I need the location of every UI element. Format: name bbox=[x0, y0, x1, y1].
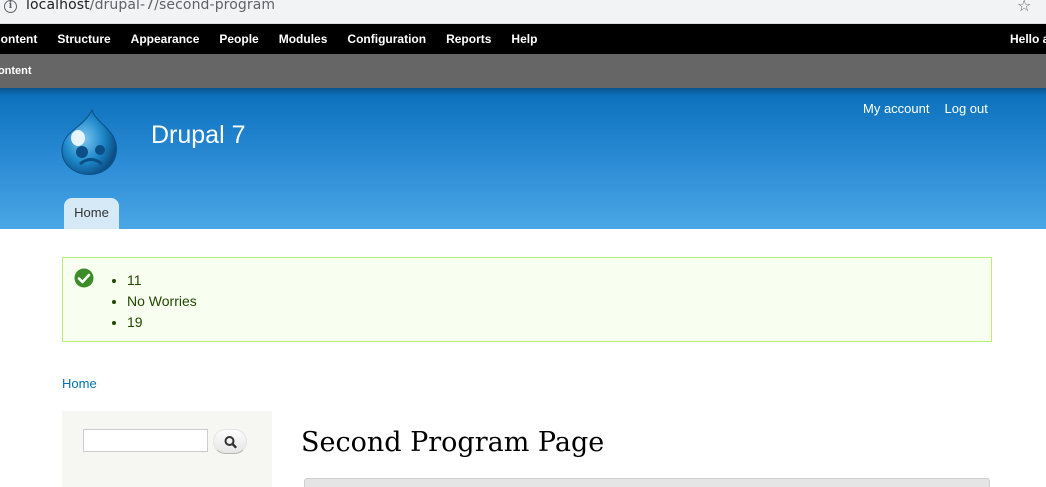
admin-menu-people[interactable]: People bbox=[209, 24, 268, 54]
check-icon bbox=[74, 268, 94, 288]
shortcut-item[interactable]: Content bbox=[0, 54, 32, 88]
admin-menu-configuration[interactable]: Configuration bbox=[337, 24, 436, 54]
message-item: 19 bbox=[127, 312, 197, 333]
search-input[interactable] bbox=[83, 429, 208, 452]
site-name[interactable]: Drupal 7 bbox=[151, 121, 246, 150]
search-icon bbox=[224, 436, 237, 449]
shortcuts-bar: Content bbox=[0, 54, 1046, 88]
page-title: Second Program Page bbox=[301, 427, 605, 458]
url-host: localhost bbox=[26, 0, 90, 13]
breadcrumb-home-link[interactable]: Home bbox=[62, 376, 97, 391]
user-greeting[interactable]: Hello a bbox=[1010, 24, 1046, 54]
sidebar-search-block bbox=[62, 411, 272, 487]
admin-menu: Content Structure Appearance People Modu… bbox=[0, 24, 547, 54]
admin-toolbar: Content Structure Appearance People Modu… bbox=[0, 24, 1046, 54]
url-path: /drupal-7/second-program bbox=[89, 0, 276, 13]
admin-menu-help[interactable]: Help bbox=[501, 24, 547, 54]
message-list: 11 No Worries 19 bbox=[127, 270, 197, 333]
drupal-logo[interactable] bbox=[59, 108, 121, 176]
log-out-link[interactable]: Log out bbox=[944, 101, 987, 116]
admin-menu-modules[interactable]: Modules bbox=[269, 24, 338, 54]
browser-address-bar[interactable]: i localhost/drupal-7/second-program ☆ bbox=[0, 0, 1046, 24]
admin-menu-appearance[interactable]: Appearance bbox=[121, 24, 210, 54]
info-icon[interactable]: i bbox=[4, 0, 17, 13]
search-button[interactable] bbox=[213, 429, 247, 454]
content-area bbox=[304, 478, 990, 487]
breadcrumb: Home bbox=[62, 376, 97, 391]
main-menu-home-tab[interactable]: Home bbox=[64, 198, 119, 229]
message-item: No Worries bbox=[127, 291, 197, 312]
admin-menu-structure[interactable]: Structure bbox=[47, 24, 120, 54]
toolbar-shadow bbox=[0, 88, 1046, 96]
bookmark-star-icon[interactable]: ☆ bbox=[1017, 0, 1031, 16]
admin-menu-reports[interactable]: Reports bbox=[436, 24, 501, 54]
message-item: 11 bbox=[127, 270, 197, 291]
url-text[interactable]: localhost/drupal-7/second-program bbox=[26, 0, 275, 13]
secondary-menu: My account Log out bbox=[863, 101, 988, 116]
admin-menu-content[interactable]: Content bbox=[0, 24, 47, 54]
my-account-link[interactable]: My account bbox=[863, 101, 929, 116]
site-header: Drupal 7 My account Log out Home bbox=[0, 88, 1046, 229]
status-message: 11 No Worries 19 bbox=[62, 257, 992, 342]
